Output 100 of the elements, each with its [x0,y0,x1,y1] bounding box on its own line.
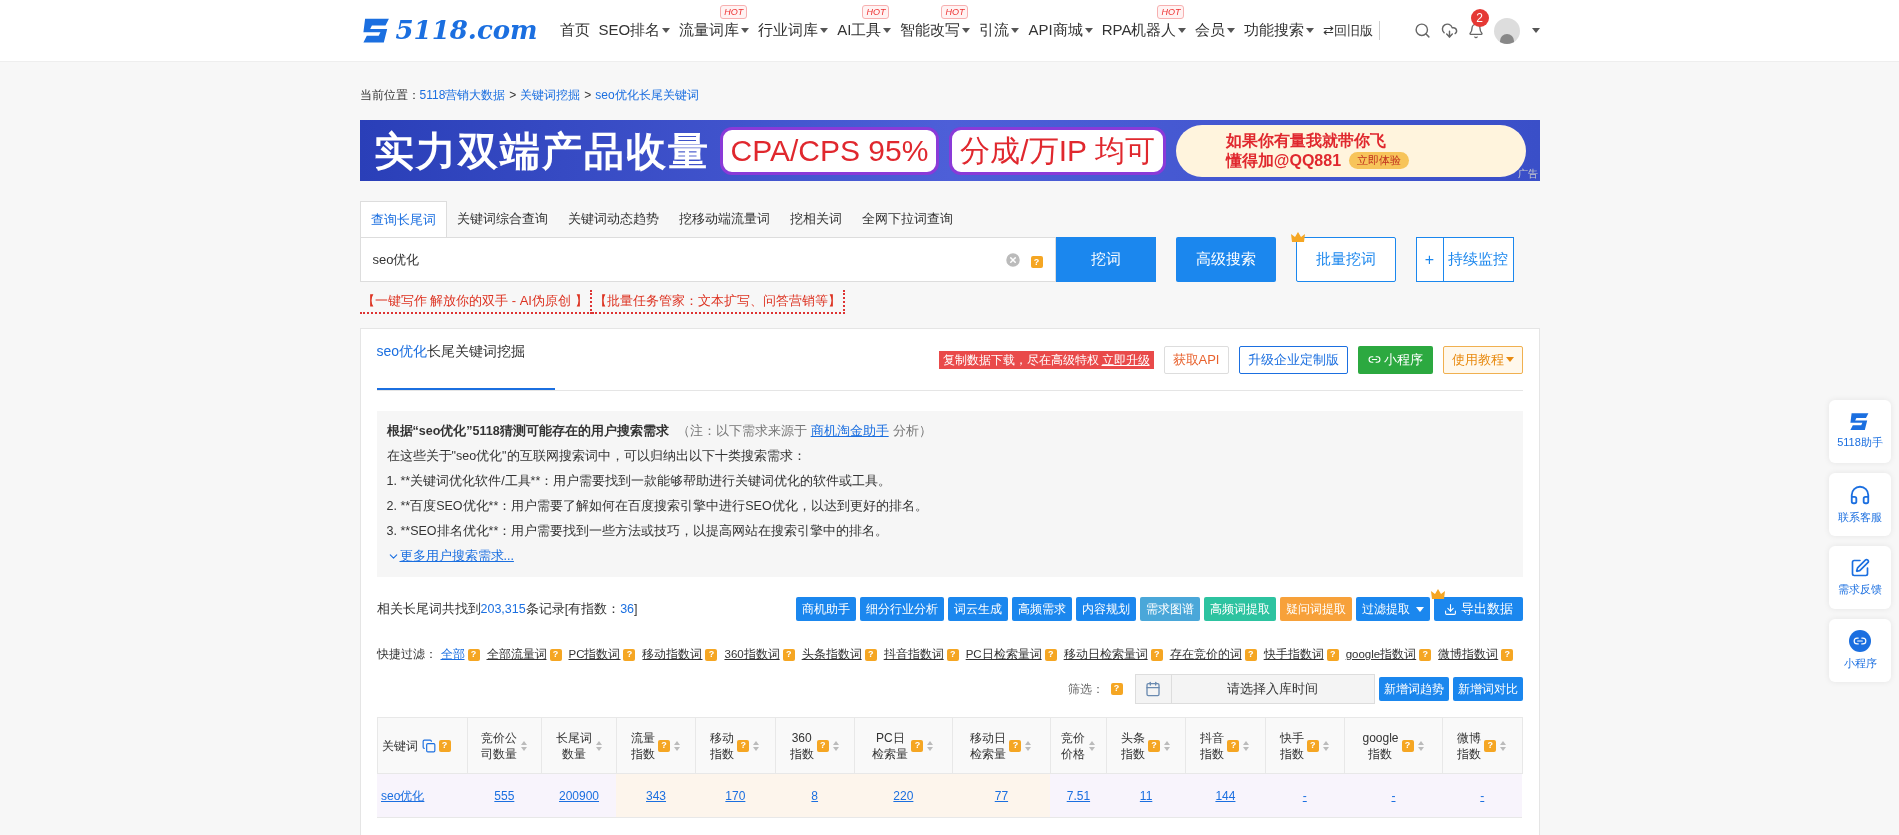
sort-icon[interactable] [1321,739,1330,752]
batch-button[interactable]: 批量挖词 [1295,237,1396,282]
value-link[interactable]: - [1302,788,1307,803]
value-link[interactable]: - [1391,788,1396,803]
value-link[interactable]: 77 [994,788,1009,803]
api-button[interactable]: 获取API [1163,345,1229,374]
date-picker[interactable]: 请选择入库时间 [1134,674,1375,704]
quick-filter-link[interactable]: 快手指数词 [1263,646,1324,664]
tool-button[interactable]: 需求图谱 [1139,597,1200,621]
side-tool-button[interactable]: 联系客服 [1829,473,1891,536]
sort-icon[interactable] [1163,739,1172,752]
copy-icon[interactable] [421,738,436,753]
tool-button[interactable]: 导出数据 [1433,597,1523,621]
quick-filter-link[interactable]: PC指数词 [568,646,621,664]
date-field[interactable]: 请选择入库时间 [1171,679,1374,699]
value-link[interactable]: 11 [1139,788,1153,803]
promo-link[interactable]: 【一键写作 解放你的双手 - AI伪原创 】 [359,290,592,314]
more-demands-link[interactable]: 更多用户搜索需求... [386,544,514,569]
nav-item[interactable]: 会员 [1195,19,1236,42]
value-link[interactable]: 170 [725,788,746,803]
quick-filter-link[interactable]: 头条指数词 [801,646,862,664]
value-link[interactable]: 7.51 [1066,788,1091,803]
tab[interactable]: 全网下拉词查询 [851,201,963,237]
nav-item[interactable]: API商城 [1028,19,1093,42]
keyword-link[interactable]: seo优化 [381,788,425,803]
plus-button[interactable]: + [1415,237,1444,282]
quick-filter-link[interactable]: 移动日检索量词 [1063,646,1148,664]
site-logo[interactable]: 5118.com [359,11,538,50]
nav-item[interactable]: RPA机器人 [1101,19,1187,42]
tool-button[interactable]: 词云生成 [947,597,1008,621]
monitor-button[interactable]: 持续监控 [1443,237,1514,282]
tool-button[interactable]: 内容规划 [1075,597,1136,621]
compare-button[interactable]: 新增词对比 [1452,677,1523,701]
quick-filter-link[interactable]: 移动指数词 [642,646,703,664]
sort-icon[interactable] [1499,739,1508,752]
quick-filter-link[interactable]: PC日检索量词 [965,646,1042,664]
promo-link[interactable]: 【批量任务管家：文本扩写、问答营销等】 [591,290,845,314]
value-link[interactable]: - [1480,788,1485,803]
value-link[interactable]: 220 [893,788,914,803]
quick-filter-link[interactable]: 全部 [440,646,465,664]
side-tool-button[interactable]: 小程序 [1829,619,1891,682]
quick-filter-link[interactable]: 抖音指数词 [883,646,944,664]
value-link[interactable]: 200900 [559,788,600,803]
breadcrumb-link[interactable]: 关键词挖掘 [520,86,581,104]
column-header[interactable]: 竞价 价格 [1050,717,1107,774]
sort-icon[interactable] [1416,739,1425,752]
sort-icon[interactable] [1024,739,1033,752]
value-link[interactable]: 8 [811,788,819,803]
nav-item[interactable]: AI工具 [837,19,892,42]
column-header[interactable]: 竞价公 司数量 [467,717,542,774]
column-header[interactable]: 长尾词 数量 [541,717,617,774]
bell-icon[interactable] [1467,22,1484,39]
nav-item[interactable]: 智能改写 [900,19,971,42]
tool-button[interactable]: 细分行业分析 [859,597,944,621]
sort-icon[interactable] [831,739,840,752]
tab[interactable]: 关键词动态趋势 [557,201,669,237]
enterprise-button[interactable]: 升级企业定制版 [1238,345,1348,374]
sort-icon[interactable] [752,739,761,752]
nav-item[interactable]: 首页 [559,19,590,42]
tab[interactable]: 挖相关词 [779,201,852,237]
side-tool-button[interactable]: 需求反馈 [1829,546,1891,609]
tool-button[interactable]: 过滤提取 [1355,597,1430,621]
search-field[interactable]: seo优化 ? [359,237,1056,282]
mini-program-button[interactable]: 小程序 [1357,345,1433,374]
breadcrumb-link[interactable]: seo优化长尾关键词 [595,86,699,104]
quick-filter-link[interactable]: 360指数词 [724,646,780,664]
quick-filter-link[interactable]: 全部流量词 [486,646,547,664]
upgrade-link[interactable]: 立即升级 [1101,350,1150,369]
old-version-link[interactable]: ⇄回旧版 [1323,20,1381,41]
nav-item[interactable]: SEO排名 [598,19,671,42]
source-link[interactable]: 商机淘金助手 [810,419,889,444]
quick-filter-link[interactable]: 存在竞价的词 [1169,646,1242,664]
tab[interactable]: 挖移动端流量词 [668,201,780,237]
search-icon[interactable] [1413,22,1431,39]
nav-item[interactable]: 行业词库 [758,19,829,42]
breadcrumb-link[interactable]: 5118营销大数据 [419,86,506,104]
tool-button[interactable]: 高频需求 [1011,597,1072,621]
value-link[interactable]: 144 [1215,788,1236,803]
quick-filter-link[interactable]: 微博指数词 [1438,646,1499,664]
sort-icon[interactable] [1087,739,1096,752]
sort-icon[interactable] [519,739,528,752]
tutorial-button[interactable]: 使用教程 [1442,345,1523,374]
nav-item[interactable]: 流量词库 [679,19,750,42]
promo-button[interactable]: 立即体验 [1349,152,1410,169]
side-tool-button[interactable]: 5118助手 [1829,400,1891,463]
value-link[interactable]: 343 [646,788,667,803]
trend-button[interactable]: 新增词趋势 [1378,677,1449,701]
sort-icon[interactable] [926,739,935,752]
value-link[interactable]: 555 [494,788,515,803]
sort-icon[interactable] [673,739,681,752]
tab[interactable]: 关键词综合查询 [446,201,558,237]
quick-filter-link[interactable]: google指数词 [1345,646,1417,664]
ad-banner[interactable]: 实力双端产品收量 CPA/CPS 95% 分成/万IP 均可 如果你有量我就带你飞 懂得加@QQ881 立即体验 广告 [359,120,1540,181]
sort-icon[interactable] [1242,739,1251,752]
nav-item[interactable]: 引流 [979,19,1020,42]
tool-button[interactable]: 商机助手 [795,597,856,621]
advanced-search-button[interactable]: 高级搜索 [1175,237,1276,282]
search-button[interactable]: 挖词 [1055,237,1156,282]
sort-icon[interactable] [594,739,603,752]
clear-icon[interactable] [1003,250,1022,269]
